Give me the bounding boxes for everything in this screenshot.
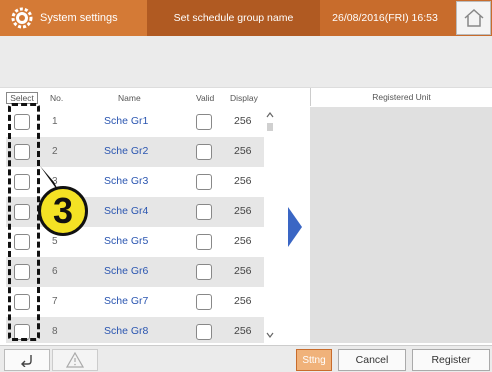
valid-checkbox[interactable]	[196, 294, 212, 310]
display-value: 256	[234, 295, 252, 307]
display-value: 256	[234, 205, 252, 217]
group-name[interactable]: Sche Gr5	[104, 235, 148, 247]
row-number: 5	[52, 236, 58, 247]
group-name[interactable]: Sche Gr2	[104, 145, 148, 157]
gear-icon	[11, 7, 33, 29]
system-settings-header: System settings	[0, 0, 147, 36]
row-number: 8	[52, 326, 58, 337]
table-row[interactable]: 7 Sche Gr7 256	[6, 287, 264, 317]
valid-checkbox[interactable]	[196, 114, 212, 130]
registered-unit-title: Registered Unit	[310, 88, 492, 106]
top-bar: System settings Set schedule group name …	[0, 0, 492, 36]
cancel-button[interactable]: Cancel	[338, 349, 406, 371]
group-name[interactable]: Sche Gr8	[104, 325, 148, 337]
valid-checkbox[interactable]	[196, 324, 212, 340]
screen-title: Set schedule group name	[147, 0, 320, 36]
scroll-up-icon[interactable]	[264, 109, 276, 121]
display-value: 256	[234, 115, 252, 127]
home-button[interactable]	[456, 1, 491, 35]
display-value: 256	[234, 175, 252, 187]
group-name[interactable]: Sche Gr6	[104, 265, 148, 277]
valid-checkbox[interactable]	[196, 234, 212, 250]
valid-checkbox[interactable]	[196, 204, 212, 220]
datetime-display: 26/08/2016(FRI) 16:53	[332, 12, 438, 24]
row-number: 1	[52, 116, 58, 127]
toolbar-band	[0, 36, 492, 88]
row-number: 7	[52, 296, 58, 307]
scroll-thumb[interactable]	[267, 123, 273, 131]
arrow-right-icon[interactable]	[286, 205, 304, 249]
table-scrollbar[interactable]	[264, 107, 276, 343]
valid-checkbox[interactable]	[196, 174, 212, 190]
column-valid: Valid	[196, 93, 215, 103]
registered-unit-list[interactable]	[310, 107, 492, 343]
scroll-down-icon[interactable]	[264, 329, 276, 341]
column-display: Display	[230, 93, 258, 103]
table-row[interactable]: 6 Sche Gr6 256	[6, 257, 264, 287]
row-number: 2	[52, 146, 58, 157]
column-name: Name	[118, 93, 141, 103]
sttng-button[interactable]: Sttng	[296, 349, 332, 371]
back-button[interactable]	[4, 349, 50, 371]
valid-checkbox[interactable]	[196, 264, 212, 280]
app-title: System settings	[40, 12, 118, 24]
table-row[interactable]: 8 Sche Gr8 256	[6, 317, 264, 343]
column-no: No.	[50, 93, 64, 103]
display-value: 256	[234, 265, 252, 277]
warning-icon	[66, 352, 84, 368]
group-name[interactable]: Sche Gr3	[104, 175, 148, 187]
back-arrow-icon	[21, 355, 32, 367]
valid-checkbox[interactable]	[196, 144, 212, 160]
step-callout: 3	[38, 186, 88, 236]
group-name[interactable]: Sche Gr4	[104, 205, 148, 217]
table-row[interactable]: 5 Sche Gr5 256	[6, 227, 264, 257]
table-row[interactable]: 1 Sche Gr1 256	[6, 107, 264, 137]
display-value: 256	[234, 235, 252, 247]
row-number: 6	[52, 266, 58, 277]
display-value: 256	[234, 145, 252, 157]
group-table-header: Select No. Name Valid Display	[6, 88, 262, 106]
warning-button[interactable]	[52, 349, 98, 371]
group-name[interactable]: Sche Gr7	[104, 295, 148, 307]
home-icon	[464, 8, 483, 27]
display-value: 256	[234, 325, 252, 337]
select-column-highlight	[8, 103, 40, 341]
group-name[interactable]: Sche Gr1	[104, 115, 148, 127]
register-button[interactable]: Register	[412, 349, 490, 371]
